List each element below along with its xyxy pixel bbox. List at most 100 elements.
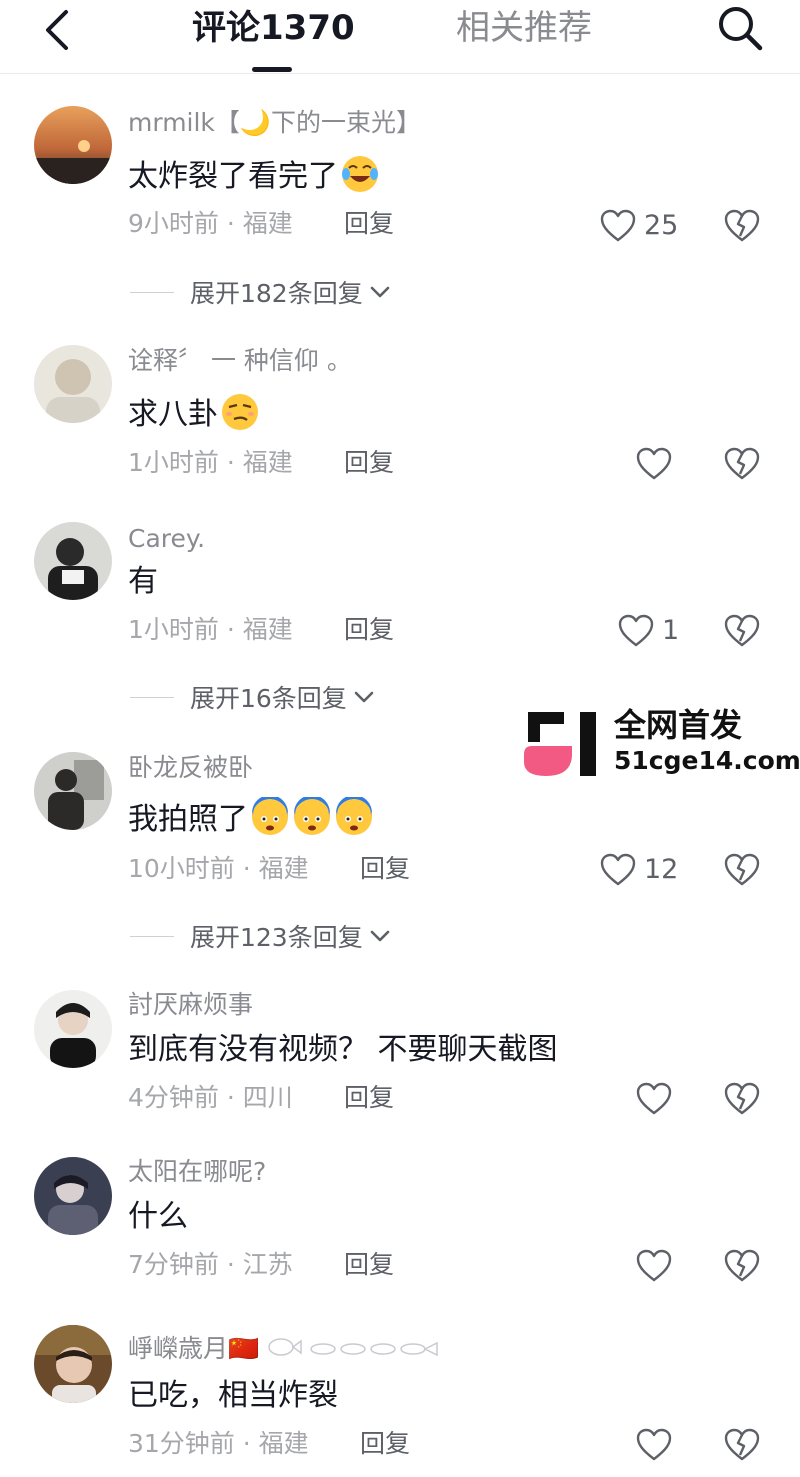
like-count: 12 xyxy=(644,854,679,885)
search-button[interactable] xyxy=(714,2,766,54)
comment-text: 有 xyxy=(128,564,158,599)
like-button[interactable]: 25 xyxy=(600,206,678,246)
comment-text: 什么 xyxy=(128,1199,188,1234)
reply-button[interactable]: 回复 xyxy=(360,1428,410,1460)
avatar[interactable] xyxy=(34,522,112,600)
expand-replies-label: 展开16条回复 xyxy=(190,684,347,713)
comment-username[interactable]: 诠释〞 一 种信仰 。 xyxy=(128,346,352,376)
heart-icon xyxy=(636,1249,672,1282)
expand-replies-label: 展开182条回复 xyxy=(190,279,363,308)
divider-dash xyxy=(130,291,174,293)
laughing-crying-emoji-icon xyxy=(342,156,378,192)
like-count: 1 xyxy=(662,615,680,646)
comment-username[interactable]: 太阳在哪呢? xyxy=(128,1157,266,1187)
cold-sweat-emoji-icon xyxy=(252,797,288,835)
broken-heart-icon xyxy=(724,447,760,480)
heart-icon xyxy=(636,1082,672,1115)
comment-username[interactable]: 卧龙反被卧 xyxy=(128,753,253,783)
reply-button[interactable]: 回复 xyxy=(344,208,394,240)
expand-replies-button[interactable]: 展开16条回复 xyxy=(130,680,375,714)
divider-dash xyxy=(130,696,174,698)
like-button[interactable]: 12 xyxy=(600,850,678,890)
top-bar: 评论1370 相关推荐 xyxy=(0,0,800,74)
comment-meta: 4分钟前 · 四川 xyxy=(128,1083,293,1112)
expand-replies-button[interactable]: 展开123条回复 xyxy=(130,919,391,953)
broken-heart-icon xyxy=(724,1082,760,1115)
dislike-button[interactable] xyxy=(722,611,762,651)
dislike-button[interactable] xyxy=(722,444,762,484)
chevron-down-icon xyxy=(370,930,390,942)
broken-heart-icon xyxy=(724,614,760,647)
heart-icon xyxy=(636,1428,672,1461)
reply-button[interactable]: 回复 xyxy=(344,447,394,479)
broken-heart-icon xyxy=(724,1428,760,1461)
fish-decoration-icon xyxy=(268,1338,438,1357)
like-button[interactable] xyxy=(636,1425,680,1465)
comment-meta: 7分钟前 · 江苏 xyxy=(128,1250,293,1279)
comment-text: 求八卦 xyxy=(128,392,260,435)
reply-button[interactable]: 回复 xyxy=(344,1249,394,1281)
expand-replies-label: 展开123条回复 xyxy=(190,923,363,952)
watermark-title: 全网首发 xyxy=(614,706,743,744)
cold-sweat-emoji-icon xyxy=(336,797,372,835)
username-text: 崢嶸歳月🇨🇳 xyxy=(128,1334,260,1363)
comment-meta: 31分钟前 · 福建 xyxy=(128,1429,309,1458)
comment-text: 太炸裂了看完了 xyxy=(128,154,380,197)
comment-text-content: 我拍照了 xyxy=(128,802,248,837)
back-button[interactable] xyxy=(36,6,80,50)
avatar[interactable] xyxy=(34,1325,112,1403)
like-button[interactable] xyxy=(636,1079,680,1119)
heart-icon xyxy=(636,447,672,480)
reply-button[interactable]: 回复 xyxy=(344,614,394,646)
broken-heart-icon xyxy=(724,209,760,242)
like-button[interactable]: 1 xyxy=(618,611,679,651)
cold-sweat-emoji-icon xyxy=(294,797,330,835)
comment-meta: 1小时前 · 福建 xyxy=(128,615,293,644)
comment-text-content: 太炸裂了看完了 xyxy=(128,159,338,194)
watermark: 全网首发 51cge14.com xyxy=(522,706,800,786)
comment-meta: 1小时前 · 福建 xyxy=(128,448,293,477)
avatar[interactable] xyxy=(34,1157,112,1235)
like-button[interactable] xyxy=(636,444,680,484)
tab-comments[interactable]: 评论1370 xyxy=(192,8,355,48)
smirk-emoji-icon xyxy=(222,394,258,430)
comment-meta: 10小时前 · 福建 xyxy=(128,854,309,883)
chevron-left-icon xyxy=(46,10,68,50)
dislike-button[interactable] xyxy=(722,1246,762,1286)
comment-text: 我拍照了 xyxy=(128,797,374,840)
reply-button[interactable]: 回复 xyxy=(344,1082,394,1114)
broken-heart-icon xyxy=(724,853,760,886)
chevron-down-icon xyxy=(370,286,390,298)
search-icon xyxy=(719,7,763,51)
avatar[interactable] xyxy=(34,990,112,1068)
divider-dash xyxy=(130,935,174,937)
heart-icon xyxy=(600,209,636,242)
comment-username[interactable]: Carey. xyxy=(128,524,205,554)
avatar[interactable] xyxy=(34,106,112,184)
watermark-logo-icon xyxy=(524,712,596,776)
expand-replies-button[interactable]: 展开182条回复 xyxy=(130,275,391,309)
like-button[interactable] xyxy=(636,1246,680,1286)
reply-button[interactable]: 回复 xyxy=(360,853,410,885)
comment-username[interactable]: 討厌麻烦事 xyxy=(128,990,253,1020)
like-count: 25 xyxy=(644,210,679,241)
comment-meta: 9小时前 · 福建 xyxy=(128,209,293,238)
avatar[interactable] xyxy=(34,345,112,423)
comment-text: 已吃，相当炸裂 xyxy=(128,1378,338,1413)
avatar[interactable] xyxy=(34,752,112,830)
dislike-button[interactable] xyxy=(722,850,762,890)
comment-text-content: 求八卦 xyxy=(128,397,218,432)
dislike-button[interactable] xyxy=(722,206,762,246)
comment-username[interactable]: 崢嶸歳月🇨🇳 xyxy=(128,1334,455,1364)
tab-related-recommendations[interactable]: 相关推荐 xyxy=(456,8,592,48)
heart-icon xyxy=(600,853,636,886)
active-tab-indicator xyxy=(252,67,292,72)
dislike-button[interactable] xyxy=(722,1079,762,1119)
broken-heart-icon xyxy=(724,1249,760,1282)
watermark-url: 51cge14.com xyxy=(614,746,800,775)
dislike-button[interactable] xyxy=(722,1425,762,1465)
comment-username[interactable]: mrmilk【🌙下的一束光】 xyxy=(128,108,421,138)
comment-text: 到底有没有视频？ 不要聊天截图 xyxy=(128,1032,558,1067)
heart-icon xyxy=(618,614,654,647)
chevron-down-icon xyxy=(354,691,374,703)
